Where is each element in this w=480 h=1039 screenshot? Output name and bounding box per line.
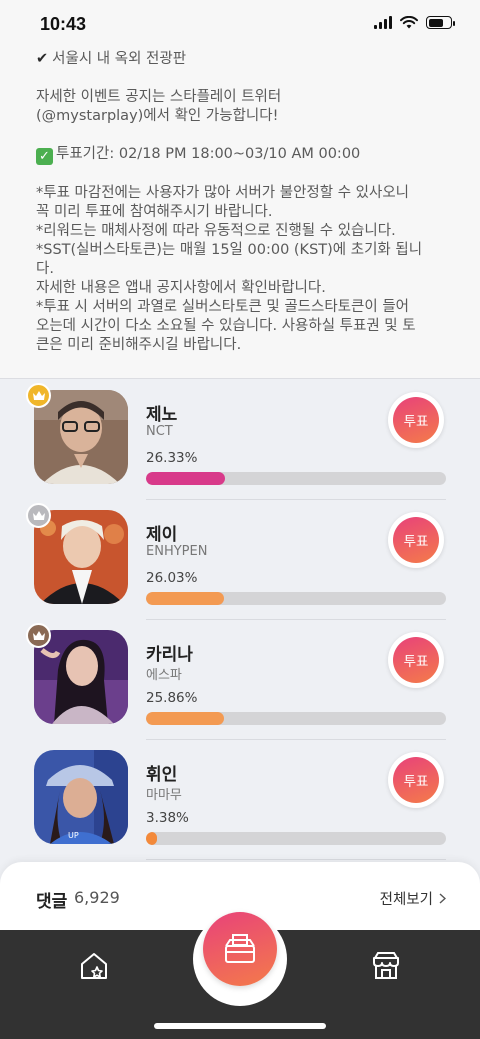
artist-name: 휘인 bbox=[146, 765, 178, 785]
notice-notes: *투표 마감전에는 사용자가 많아 서버가 불안정할 수 있사오니 꼭 미리 투… bbox=[36, 185, 423, 353]
vote-progress-bar bbox=[146, 712, 446, 725]
avatar: UP bbox=[34, 750, 128, 844]
chevron-right-icon bbox=[439, 893, 446, 904]
artist-name: 제이 bbox=[146, 525, 178, 545]
comment-label: 댓글 bbox=[36, 892, 68, 912]
avatar bbox=[34, 630, 128, 724]
artist-group: 마마무 bbox=[146, 788, 182, 803]
status-bar: 10:43 bbox=[0, 0, 480, 46]
silver-crown-icon bbox=[26, 503, 51, 528]
artist-name: 카리나 bbox=[146, 645, 193, 665]
artist-group: NCT bbox=[146, 424, 173, 439]
view-all-link[interactable]: 전체보기 bbox=[380, 888, 446, 909]
status-time: 10:43 bbox=[40, 14, 87, 34]
notice-period-line: ✓ 투표기간: 02/18 PM 18:00~03/10 AM 00:00 bbox=[36, 145, 444, 165]
vote-button[interactable]: 투표 bbox=[388, 632, 444, 688]
signal-icon bbox=[374, 16, 392, 29]
home-indicator bbox=[154, 1023, 326, 1029]
artist-group: 에스파 bbox=[146, 668, 182, 683]
artist-name: 제노 bbox=[146, 405, 178, 425]
check-mark-icon: ✔ bbox=[36, 51, 49, 67]
avatar bbox=[34, 390, 128, 484]
vote-button[interactable]: 투표 bbox=[388, 392, 444, 448]
rank-item-4[interactable]: UP 휘인 마마무 3.38% 투표 bbox=[0, 740, 480, 860]
artist-group: ENHYPEN bbox=[146, 544, 208, 559]
rank-item-2[interactable]: 제이 ENHYPEN 26.03% 투표 bbox=[0, 500, 480, 620]
event-notice: ✔ 서울시 내 옥외 전광판 자세한 이벤트 공지는 스타플레이 트위터 (@my… bbox=[0, 46, 480, 379]
battery-icon bbox=[426, 16, 455, 29]
vote-progress-fill bbox=[146, 592, 225, 605]
home-star-icon[interactable] bbox=[78, 950, 110, 982]
vote-progress-fill bbox=[146, 472, 225, 485]
vote-percent: 3.38% bbox=[146, 810, 189, 826]
comment-count: 6,929 bbox=[74, 888, 120, 907]
vote-progress-fill bbox=[146, 712, 224, 725]
svg-text:UP: UP bbox=[68, 831, 79, 840]
vote-progress-bar bbox=[146, 592, 446, 605]
vote-progress-bar bbox=[146, 832, 446, 845]
vote-button[interactable]: 투표 bbox=[388, 512, 444, 568]
wifi-icon bbox=[400, 16, 418, 29]
ranking-list: 제노 NCT 26.33% 투표 제이 ENHYPEN 26.03% 투표 카리… bbox=[0, 380, 480, 870]
bronze-crown-icon bbox=[26, 623, 51, 648]
gold-crown-icon bbox=[26, 383, 51, 408]
vote-progress-bar bbox=[146, 472, 446, 485]
vote-button[interactable]: 투표 bbox=[388, 752, 444, 808]
check-box-icon: ✓ bbox=[36, 148, 53, 165]
vote-progress-fill bbox=[146, 832, 157, 845]
store-icon[interactable] bbox=[370, 950, 402, 982]
vote-percent: 26.33% bbox=[146, 450, 198, 466]
vote-box-button[interactable] bbox=[203, 912, 277, 986]
view-all-label: 전체보기 bbox=[379, 892, 433, 908]
notice-detail-line: 자세한 이벤트 공지는 스타플레이 트위터 (@mystarplay)에서 확인… bbox=[36, 89, 282, 124]
avatar bbox=[34, 510, 128, 604]
rank-item-1[interactable]: 제노 NCT 26.33% 투표 bbox=[0, 380, 480, 500]
rank-item-3[interactable]: 카리나 에스파 25.86% 투표 bbox=[0, 620, 480, 740]
notice-location-line: ✔ 서울시 내 옥외 전광판 bbox=[36, 51, 187, 67]
vote-percent: 25.86% bbox=[146, 690, 198, 706]
ballot-box-icon bbox=[225, 934, 255, 963]
vote-percent: 26.03% bbox=[146, 570, 198, 586]
status-icons bbox=[374, 16, 455, 29]
